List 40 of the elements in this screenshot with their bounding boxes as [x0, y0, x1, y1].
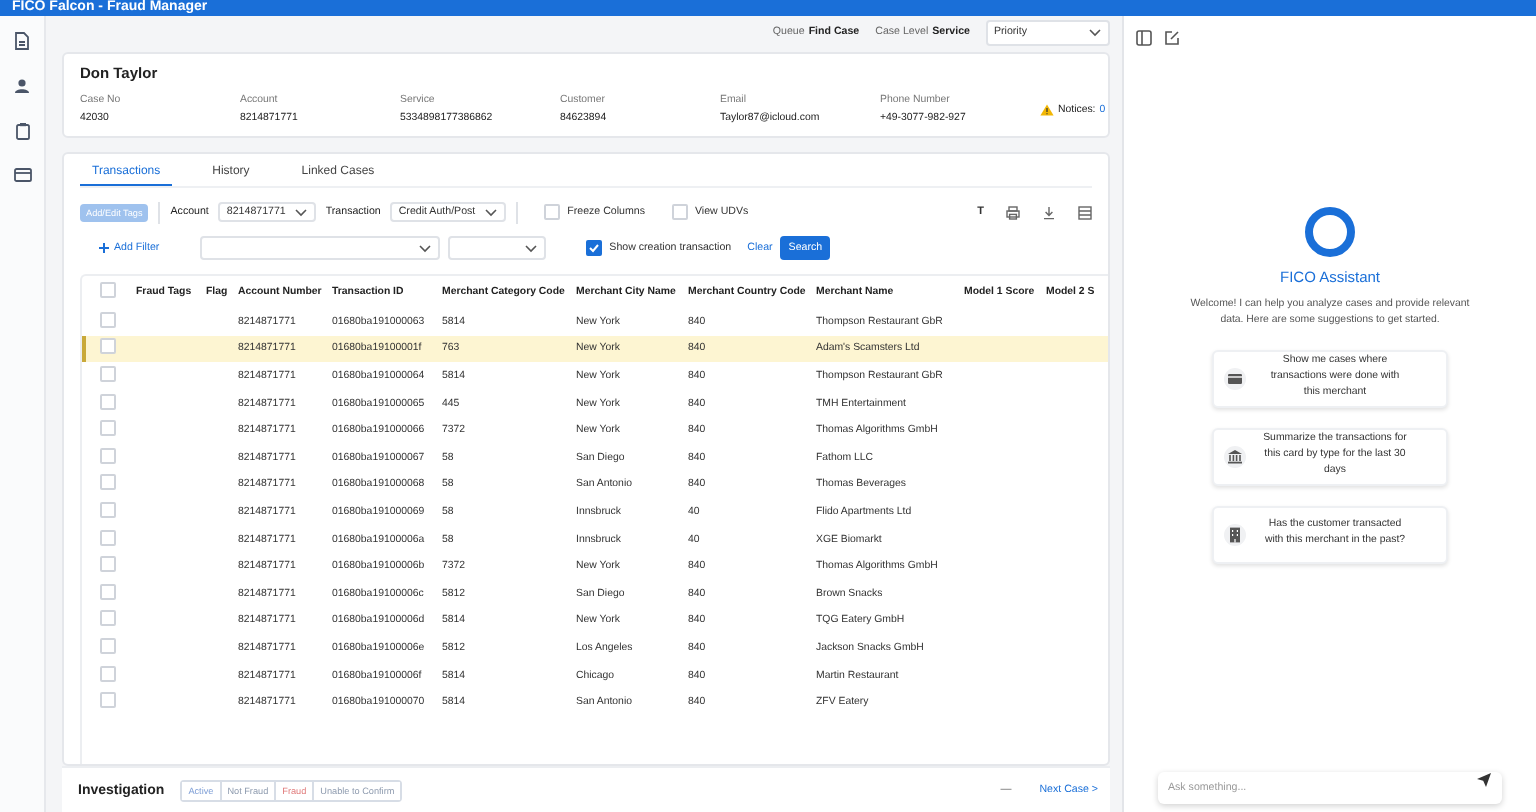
filter-operator-dropdown[interactable] — [447, 236, 546, 260]
row-checkbox[interactable] — [99, 447, 115, 464]
row-checkbox[interactable] — [99, 610, 115, 627]
row-checkbox[interactable] — [99, 637, 115, 654]
row-checkbox[interactable] — [99, 393, 115, 410]
building-icon — [1226, 525, 1244, 544]
row-checkbox[interactable] — [99, 529, 115, 546]
caret-icon — [523, 242, 538, 254]
warning-icon — [1040, 103, 1054, 115]
row-checkbox[interactable] — [99, 501, 115, 518]
row-checkbox[interactable] — [99, 665, 115, 682]
row-checkbox[interactable] — [99, 583, 115, 600]
credit-card-icon[interactable] — [13, 168, 31, 182]
caret-icon — [1088, 26, 1102, 38]
row-checkbox[interactable] — [99, 556, 115, 573]
caret-icon — [293, 206, 308, 218]
person-icon[interactable] — [14, 78, 30, 94]
assistant-logo-icon — [1304, 206, 1356, 258]
checkbox[interactable] — [585, 240, 602, 256]
row-checkbox[interactable] — [99, 338, 115, 355]
plus-icon — [98, 242, 110, 254]
columns-icon[interactable] — [1078, 205, 1092, 219]
filter-field-dropdown[interactable] — [199, 236, 440, 260]
bank-icon — [1226, 447, 1244, 466]
row-checkbox[interactable] — [99, 311, 115, 328]
row-checkbox[interactable] — [99, 420, 115, 437]
sidebar-toggle-icon[interactable] — [1136, 30, 1152, 46]
row-checkbox[interactable] — [99, 365, 115, 382]
print-icon[interactable] — [1006, 205, 1020, 219]
send-icon[interactable] — [1476, 772, 1492, 788]
row-checkbox[interactable] — [99, 692, 115, 709]
clipboard-icon[interactable] — [15, 122, 29, 140]
row-checkbox[interactable] — [99, 474, 115, 491]
select-all-checkbox[interactable] — [99, 282, 115, 298]
caret-icon — [483, 206, 498, 218]
edit-icon[interactable] — [1164, 30, 1180, 46]
credit-card-icon — [1226, 369, 1244, 388]
download-icon[interactable] — [1042, 205, 1056, 219]
caret-icon — [417, 242, 432, 254]
document-icon[interactable] — [14, 32, 30, 50]
